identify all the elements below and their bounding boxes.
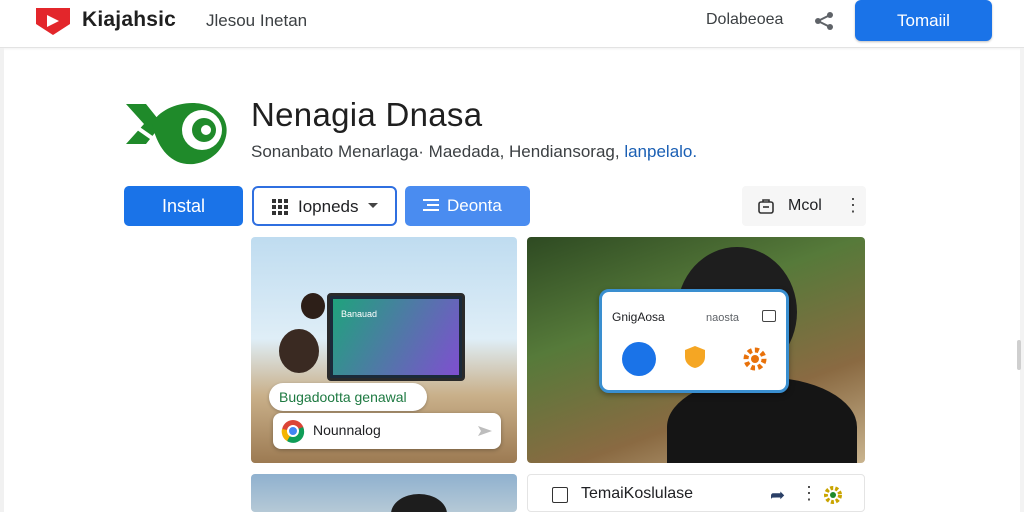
share-arrow-icon[interactable]: ➦: [770, 485, 785, 506]
overlay-search-bar[interactable]: Nounnalog: [273, 413, 501, 449]
grid-icon: [272, 199, 288, 215]
phone-title: GnigAosa: [612, 310, 665, 324]
gear-icon: [743, 347, 767, 371]
phone-subtitle: naosta: [706, 312, 740, 324]
info-icon: [552, 487, 568, 503]
header-subtitle: Jlesou Inetan: [206, 11, 308, 30]
brand-name[interactable]: Kiajahsic: [82, 8, 176, 32]
demo-button[interactable]: Deonta: [405, 186, 530, 226]
chevron-down-icon: [368, 203, 378, 208]
person-figure: [301, 293, 325, 319]
shield-icon: [685, 346, 705, 368]
top-bar: Kiajahsic Jlesou Inetan Dolabeoea Tomaii…: [0, 0, 1024, 48]
bag-icon: [758, 199, 774, 214]
app-icon: [126, 102, 227, 165]
tv-label: Banauad: [341, 309, 378, 319]
send-icon[interactable]: [477, 424, 493, 438]
tv-display: Banauad: [333, 299, 459, 375]
install-button[interactable]: Instal: [124, 186, 243, 226]
left-edge: [0, 48, 4, 512]
app-meta-link[interactable]: lanpelalo.: [624, 142, 697, 161]
person-figure: [391, 494, 447, 512]
more-panel[interactable]: Mcol ⋮: [742, 186, 866, 226]
screenshot-card-3[interactable]: [251, 474, 517, 512]
app-meta-text: Sonanbato Menarlaga· Maedada, Hendiansor…: [251, 142, 620, 161]
app-meta: Sonanbato Menarlaga· Maedada, Hendiansor…: [251, 142, 697, 162]
app-title: Nenagia Dnasa: [251, 96, 483, 133]
overlay-search-label: Nounnalog: [313, 422, 381, 438]
flag-icon: [622, 342, 656, 376]
feature-card[interactable]: TemaiKoslulase ➦ ⋮: [527, 474, 865, 512]
brand-logo-icon[interactable]: [34, 6, 72, 36]
chrome-icon: [281, 420, 305, 443]
header-link[interactable]: Dolabeoea: [706, 11, 783, 29]
screenshot-card-1[interactable]: Banauad Bugadootta genawal Nounnalog: [251, 237, 517, 463]
options-dropdown[interactable]: Iopneds: [252, 186, 397, 226]
share-icon[interactable]: [812, 10, 836, 32]
more-label: Mcol: [788, 197, 822, 214]
scrollbar[interactable]: [1017, 340, 1021, 370]
dropdown-label: Iopneds: [298, 197, 359, 216]
more-vert-icon[interactable]: ⋮: [800, 483, 818, 504]
list-icon: [423, 199, 439, 211]
tv-screen: Banauad: [327, 293, 465, 381]
window-icon: [762, 310, 776, 322]
more-vert-icon[interactable]: ⋮: [844, 195, 862, 216]
screenshot-card-2[interactable]: GnigAosa naosta: [527, 237, 865, 463]
overlay-tag: Bugadootta genawal: [269, 383, 427, 411]
right-edge: [1020, 48, 1024, 512]
feature-label: TemaiKoslulase: [581, 485, 694, 502]
phone-mockup: GnigAosa naosta: [599, 289, 789, 393]
demo-label: Deonta: [447, 196, 502, 215]
header-cta-button[interactable]: Tomaiil: [855, 0, 992, 41]
person-figure: [279, 329, 319, 373]
gear-icon[interactable]: [822, 484, 844, 506]
